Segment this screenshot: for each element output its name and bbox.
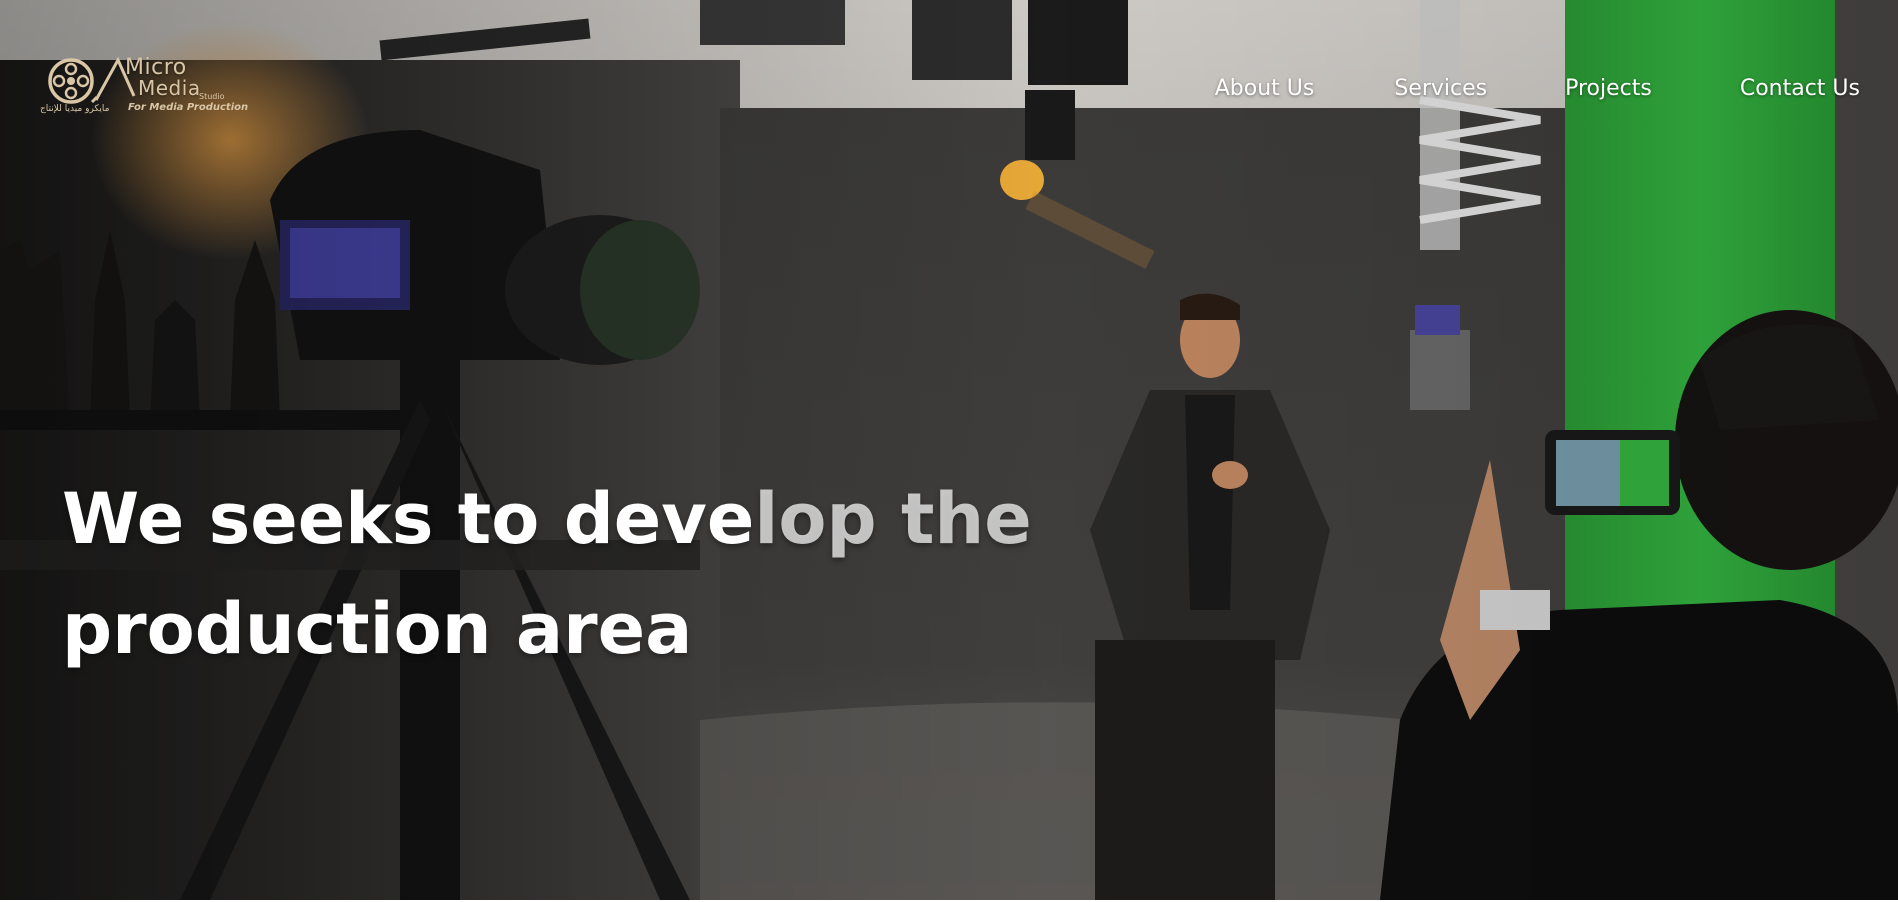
nav-link-about-us[interactable]: About Us [1215,76,1315,101]
hero-headline-line-2: production area [62,588,693,670]
logo-arabic-name: مايكرو ميديا للإنتاج [40,104,110,114]
hero-headline-line-1-end: lop the [754,478,1032,560]
nav-link-projects[interactable]: Projects [1565,76,1652,101]
hero-overlay [0,0,1898,900]
hero-headline-line-1: We seeks to develop the [62,464,1062,574]
hero-headline-line-1-start: We seeks to deve [62,478,755,560]
film-reel-icon [48,58,96,104]
brand-logo[interactable]: Micro Media Studio For Media Production … [40,52,248,118]
hero-headline: We seeks to develop the production area [62,464,1062,684]
nav-link-services[interactable]: Services [1394,76,1487,101]
logo-tagline: For Media Production [128,102,249,113]
logo-word-media: Media [138,76,201,100]
hero-section: Micro Media Studio For Media Production … [0,0,1898,900]
nav-link-contact-us[interactable]: Contact Us [1740,76,1860,101]
main-nav: About Us Services Projects Contact Us [1215,76,1860,101]
logo-small-mark: Studio [199,92,225,101]
logo-word-micro: Micro [125,55,187,80]
